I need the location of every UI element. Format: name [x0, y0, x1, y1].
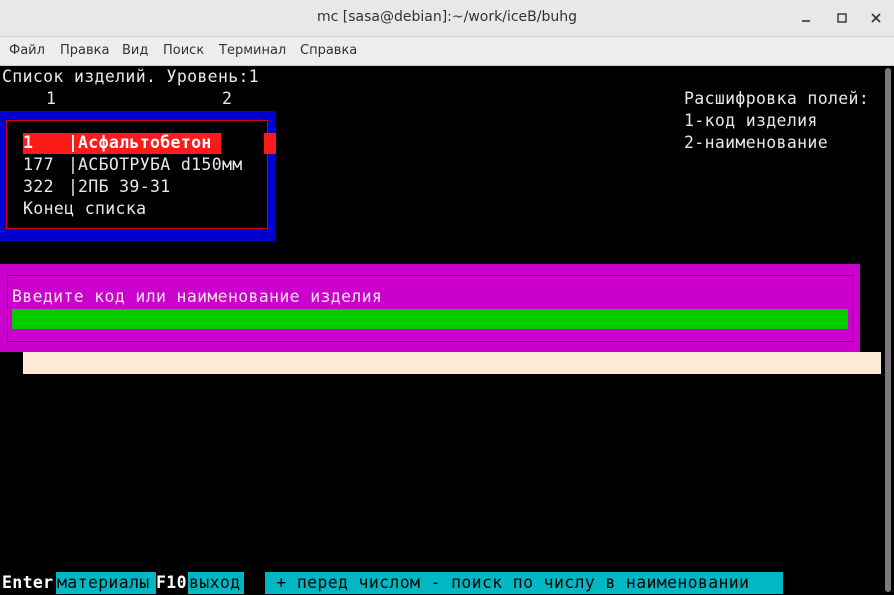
list-separator: |: [68, 133, 79, 152]
close-button[interactable]: [866, 8, 886, 28]
list-item-name: 2ПБ 39-31: [78, 177, 171, 196]
list-item-name: Асфальтобетон: [78, 133, 212, 152]
list-item-code: 177: [23, 155, 54, 174]
menu-item-edit[interactable]: Правка: [60, 43, 109, 58]
hint-key-f10: F10: [156, 573, 187, 592]
hint-key-enter: Enter: [2, 573, 54, 592]
menu-item-help[interactable]: Справка: [300, 43, 357, 58]
hint-label-materials: материалы: [57, 573, 150, 592]
dialog-shadow: [23, 352, 881, 374]
column-number-1: 1: [46, 89, 57, 108]
legend-item-name: 2-наименование: [684, 133, 828, 152]
prompt-label: Введите код или наименование изделия: [12, 287, 383, 306]
maximize-button[interactable]: [832, 8, 852, 28]
list-end: Конец списка: [23, 199, 147, 218]
list-item-code: 322: [23, 177, 54, 196]
column-number-2: 2: [222, 89, 233, 108]
selection-marker: [264, 133, 276, 154]
menu-item-file[interactable]: Файл: [9, 43, 45, 58]
list-separator: |: [68, 177, 79, 196]
minimize-button[interactable]: [796, 8, 816, 28]
scrollbar-thumb[interactable]: [885, 68, 891, 592]
list-separator: |: [68, 155, 79, 174]
product-search-input[interactable]: [12, 309, 848, 329]
window-titlebar[interactable]: mc [sasa@debian]:~/work/iceB/buhg: [0, 0, 894, 37]
legend-item-code: 1-код изделия: [684, 111, 818, 130]
hint-label-exit: выход: [189, 573, 241, 592]
minimize-icon: [802, 20, 810, 22]
list-item-code: 1: [23, 133, 34, 152]
menu-item-search[interactable]: Поиск: [163, 43, 204, 58]
screen-heading: Список изделий. Уровень:1: [2, 67, 260, 86]
close-icon: [871, 13, 881, 23]
window-title: mc [sasa@debian]:~/work/iceB/buhg: [317, 9, 577, 25]
maximize-icon: [837, 13, 847, 23]
menu-bar: Файл Правка Вид Поиск Терминал Справка: [0, 37, 894, 66]
list-item-name: АСБОТРУБА d150мм: [78, 155, 243, 174]
legend-title: Расшифровка полей:: [684, 89, 870, 108]
menu-item-terminal[interactable]: Терминал: [219, 43, 286, 58]
menu-item-view[interactable]: Вид: [122, 43, 148, 58]
prompt-dialog: [0, 264, 860, 352]
hint-note: + перед числом - поиск по числу в наимен…: [266, 573, 750, 592]
